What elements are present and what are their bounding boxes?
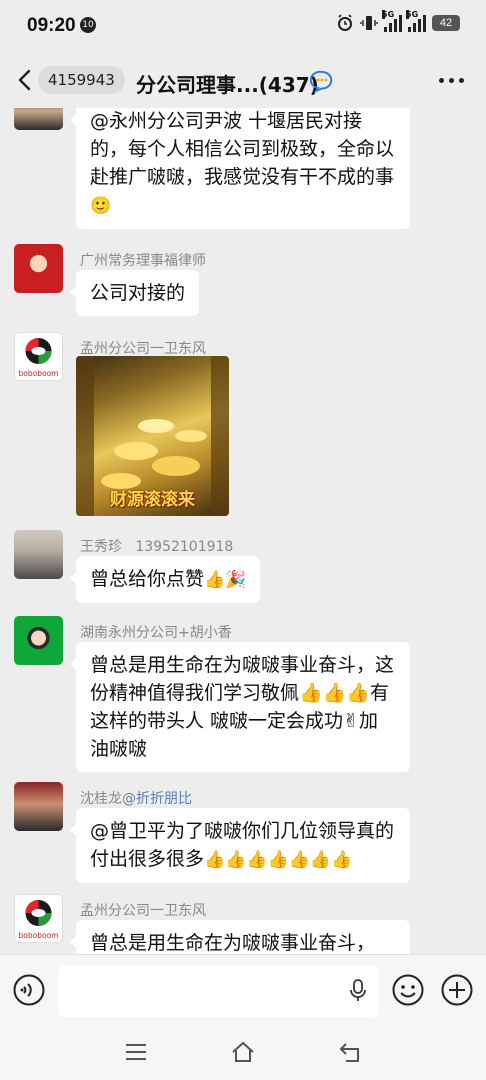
input-bar <box>0 954 486 1025</box>
message-bubble[interactable]: 公司对接的 <box>69 270 200 316</box>
image-caption: 财源滚滚来 <box>110 490 195 510</box>
avatar[interactable]: boboboom <box>14 332 63 381</box>
sender-name: 广州常务理事福律师 <box>80 253 206 269</box>
status-bar: 09:20 10 5G 5G 42 <box>0 0 486 54</box>
avatar[interactable] <box>14 244 63 293</box>
message-text: 曾总是用生命在为啵啵事业奋斗，这份精神值得我们学习敬佩👍👍👍有这样的带头人 啵啵… <box>90 654 395 760</box>
image-message[interactable]: 财源滚滚来 <box>76 356 229 516</box>
avatar[interactable] <box>14 782 63 831</box>
more-options-icon[interactable] <box>439 78 464 83</box>
group-chat-icon[interactable] <box>310 69 334 93</box>
message-bubble[interactable]: 曾总给你点赞👍🎉 <box>69 556 261 603</box>
message-text: 曾总给你点赞 <box>90 568 205 590</box>
emoji-icon[interactable] <box>392 974 424 1006</box>
thumbs-up-emoji-icon: 👍👍👍👍👍👍👍 <box>204 850 353 870</box>
unread-badge[interactable]: 4159943 <box>38 66 125 94</box>
brand-logo-icon: boboboom <box>19 338 59 378</box>
avatar[interactable]: boboboom <box>14 894 63 943</box>
avatar[interactable] <box>14 530 63 579</box>
sender-phone: 13952101918 <box>135 539 234 555</box>
signal-icon-1: 5G <box>382 10 402 32</box>
alarm-icon <box>338 14 352 31</box>
microphone-icon[interactable] <box>350 979 366 1003</box>
back-arrow-icon[interactable] <box>14 68 38 92</box>
chat-header: 4159943 分公司理事...(437) <box>0 54 486 108</box>
sender-name: 王秀珍 13952101918 <box>80 539 234 555</box>
message-text: 公司对接的 <box>90 282 186 304</box>
avatar[interactable] <box>14 108 63 130</box>
voice-input-icon[interactable] <box>13 974 45 1006</box>
message-list[interactable]: @永州分公司尹波 十堰居民对接的，每个人相信公司到极致，全命以赴推广啵啵，我感觉… <box>0 108 486 954</box>
back-nav-icon[interactable] <box>338 1040 362 1064</box>
message-text: 曾总是用生命在为啵啵事业奋斗， <box>90 932 376 954</box>
battery-icon: 42 <box>432 15 460 31</box>
sender-name: 沈桂龙@折折朋比 <box>80 791 192 807</box>
system-navigation-bar <box>0 1024 486 1080</box>
thumbs-up-emoji-icon: 👍🎉 <box>204 570 247 590</box>
message-text: @永州分公司尹波 十堰居民对接的，每个人相信公司到极致，全命以赴推广啵啵，我感觉… <box>90 110 395 188</box>
notification-count-icon: 10 <box>80 17 96 33</box>
sender-name: 湖南永州分公司+胡小香 <box>80 625 232 641</box>
message-bubble[interactable]: 曾总是用生命在为啵啵事业奋斗， <box>70 920 410 954</box>
message-bubble[interactable]: 曾总是用生命在为啵啵事业奋斗，这份精神值得我们学习敬佩👍👍👍有这样的带头人 啵啵… <box>70 642 410 772</box>
brand-logo-icon: boboboom <box>19 900 59 940</box>
avatar[interactable] <box>14 616 63 665</box>
message-input[interactable] <box>58 965 378 1017</box>
vibrate-icon <box>360 16 378 30</box>
sender-name: 孟州分公司一卫东风 <box>80 341 206 357</box>
avatar-brand-text: boboboom <box>19 931 59 940</box>
signal-icon-2: 5G <box>406 10 426 32</box>
sender-mention-tag: @折折朋比 <box>122 791 192 807</box>
add-attachment-icon[interactable] <box>441 974 473 1006</box>
message-bubble[interactable]: @曾卫平为了啵啵你们几位领导真的付出很多很多👍👍👍👍👍👍👍 <box>70 808 410 883</box>
home-icon[interactable] <box>231 1040 255 1064</box>
smile-emoji-icon: 🙂 <box>90 196 112 216</box>
network-type-2: 5G <box>406 10 419 19</box>
avatar-brand-text: boboboom <box>19 369 59 378</box>
sender-name: 孟州分公司一卫东风 <box>80 903 206 919</box>
chat-title: 分公司理事...(437) <box>136 73 319 97</box>
status-time: 09:20 <box>27 15 76 36</box>
message-bubble[interactable]: @永州分公司尹波 十堰居民对接的，每个人相信公司到极致，全命以赴推广啵啵，我感觉… <box>70 108 410 229</box>
network-type-1: 5G <box>382 10 395 19</box>
menu-icon[interactable] <box>124 1040 148 1064</box>
